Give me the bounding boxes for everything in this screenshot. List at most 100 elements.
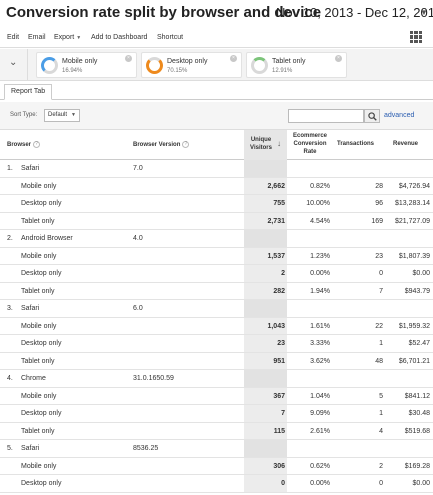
browser-version[interactable]: 31.0.1650.59 [133,375,174,382]
sort-down-icon[interactable]: ↓ [277,139,281,148]
tab-report[interactable]: Report Tab [4,84,53,100]
revenue-value: $1,807.39 [398,252,430,260]
segment-toggle[interactable]: ⌄ [0,49,28,80]
segment-name: Tablet only [272,58,306,65]
col-unique-visitors[interactable]: Unique Visitors [247,136,275,152]
add-to-dashboard-button[interactable]: Add to Dashboard [91,34,147,41]
unique-visitors-value: 115 [273,427,285,435]
segment-tablet-only[interactable]: Tablet only 12.91% × [246,52,347,78]
transactions-value: 1 [379,410,383,417]
sort-type-label: Sort Type: [10,112,38,118]
table-row-group[interactable]: 2. Android Browser 4.0 [0,230,433,248]
transactions-value: 48 [375,357,383,365]
edit-button[interactable]: Edit [7,34,19,41]
browser-link[interactable]: Safari [21,445,39,452]
browser-link[interactable]: Safari [21,305,39,312]
close-icon[interactable]: × [335,55,342,62]
unique-visitors-value: 2,731 [267,217,285,225]
conversion-rate-value: 1.23% [310,252,330,260]
chevron-down-icon: ⌄ [9,57,18,68]
help-icon[interactable]: ? [182,141,190,148]
transactions-value: 0 [379,480,383,487]
unique-visitors-value: 1,537 [267,252,285,260]
conversion-rate-value: 4.54% [310,217,330,225]
col-transactions[interactable]: Transactions [337,141,374,147]
conversion-rate-value: 1.94% [310,287,330,295]
pie-ring-icon [146,57,163,74]
segment-name: Tablet only [21,427,55,435]
segment-name: Mobile only [21,252,57,260]
close-icon[interactable]: × [230,55,237,62]
browser-link[interactable]: Chrome [21,375,46,382]
browser-version[interactable]: 7.0 [133,165,143,172]
revenue-value: $0.00 [412,270,430,277]
col-browser-label: Browser [7,142,32,149]
table-row: Desktop only 0 0.00% 0 $0.00 [0,475,433,493]
revenue-value: $13,283.14 [394,200,430,207]
segment-name: Desktop only [167,58,208,65]
date-range-picker[interactable]: Nov 10, 2013 - Dec 12, 2013 [276,5,433,20]
segment-percent: 16.94% [62,68,83,74]
unique-visitors-value: 2,662 [267,182,285,190]
browser-link[interactable]: Android Browser [21,235,73,242]
transactions-value: 1 [379,340,383,347]
segment-mobile-only[interactable]: Mobile only 16.94% × [36,52,137,78]
browser-link[interactable]: Safari [21,165,39,172]
segment-name: Desktop only [21,270,62,277]
shortcut-button[interactable]: Shortcut [157,34,183,41]
transactions-value: 5 [379,392,383,400]
transactions-value: 22 [375,322,383,330]
advanced-link[interactable]: advanced [384,112,414,119]
table-row-group[interactable]: 3. Safari 6.0 [0,300,433,318]
unique-visitors-value: 282 [273,287,285,295]
tab-row: Report Tab [0,82,433,100]
unique-visitors-value: 1,043 [267,322,285,330]
revenue-value: $4,726.94 [398,182,430,190]
table-row-group[interactable]: 1. Safari 7.0 [0,160,433,178]
search-button[interactable] [364,109,380,123]
conversion-rate-value: 0.00% [310,480,330,487]
col-browser-version-label: Browser Version [133,142,181,149]
segment-name: Tablet only [21,217,55,225]
revenue-value: $0.00 [412,480,430,487]
table-row: Mobile only 1,537 1.23% 23 $1,807.39 [0,247,433,265]
sort-type-value: Default [48,112,68,118]
pie-ring-icon [251,57,268,74]
revenue-value: $30.48 [408,410,430,417]
search-input[interactable] [288,109,364,123]
revenue-value: $1,959.32 [398,322,430,330]
close-icon[interactable]: × [125,55,132,62]
email-button[interactable]: Email [28,34,46,41]
segment-name: Desktop only [21,340,62,347]
sort-type-select[interactable]: Default ▼ [44,109,80,122]
col-browser-version[interactable]: Browser Version? [133,141,190,149]
conversion-rate-value: 0.00% [310,270,330,277]
col-conversion-rate[interactable]: Ecommerce Conversion Rate [289,132,331,156]
browser-version[interactable]: 6.0 [133,305,143,312]
table-row-group[interactable]: 4. Chrome 31.0.1650.59 [0,370,433,388]
revenue-value: $519.68 [404,427,430,435]
unique-visitors-value: 367 [273,392,285,400]
browser-version[interactable]: 8536.25 [133,445,158,452]
segment-name: Mobile only [21,392,57,400]
revenue-value: $52.47 [408,340,430,347]
table-row: Mobile only 306 0.62% 2 $169.28 [0,457,433,475]
col-conversion-rate-line3: Rate [303,149,317,155]
table-row: Tablet only 282 1.94% 7 $943.79 [0,282,433,300]
transactions-value: 0 [379,270,383,277]
export-button[interactable]: Export ▼ [54,34,81,41]
help-icon[interactable]: ? [33,141,41,148]
col-revenue[interactable]: Revenue [393,141,418,147]
browser-version[interactable]: 4.0 [133,235,143,242]
col-browser[interactable]: Browser? [7,141,41,149]
chevron-down-icon[interactable]: ▼ [420,8,428,17]
grid-view-icon[interactable] [410,31,422,43]
unique-visitors-value: 2 [281,270,285,277]
pie-ring-icon [41,57,58,74]
segment-name: Desktop only [21,200,62,207]
conversion-rate-value: 9.09% [310,410,330,417]
segment-name: Mobile only [62,58,98,65]
table-row-group[interactable]: 5. Safari 8536.25 [0,440,433,458]
segment-desktop-only[interactable]: Desktop only 70.15% × [141,52,242,78]
unique-visitors-value: 306 [273,462,285,470]
